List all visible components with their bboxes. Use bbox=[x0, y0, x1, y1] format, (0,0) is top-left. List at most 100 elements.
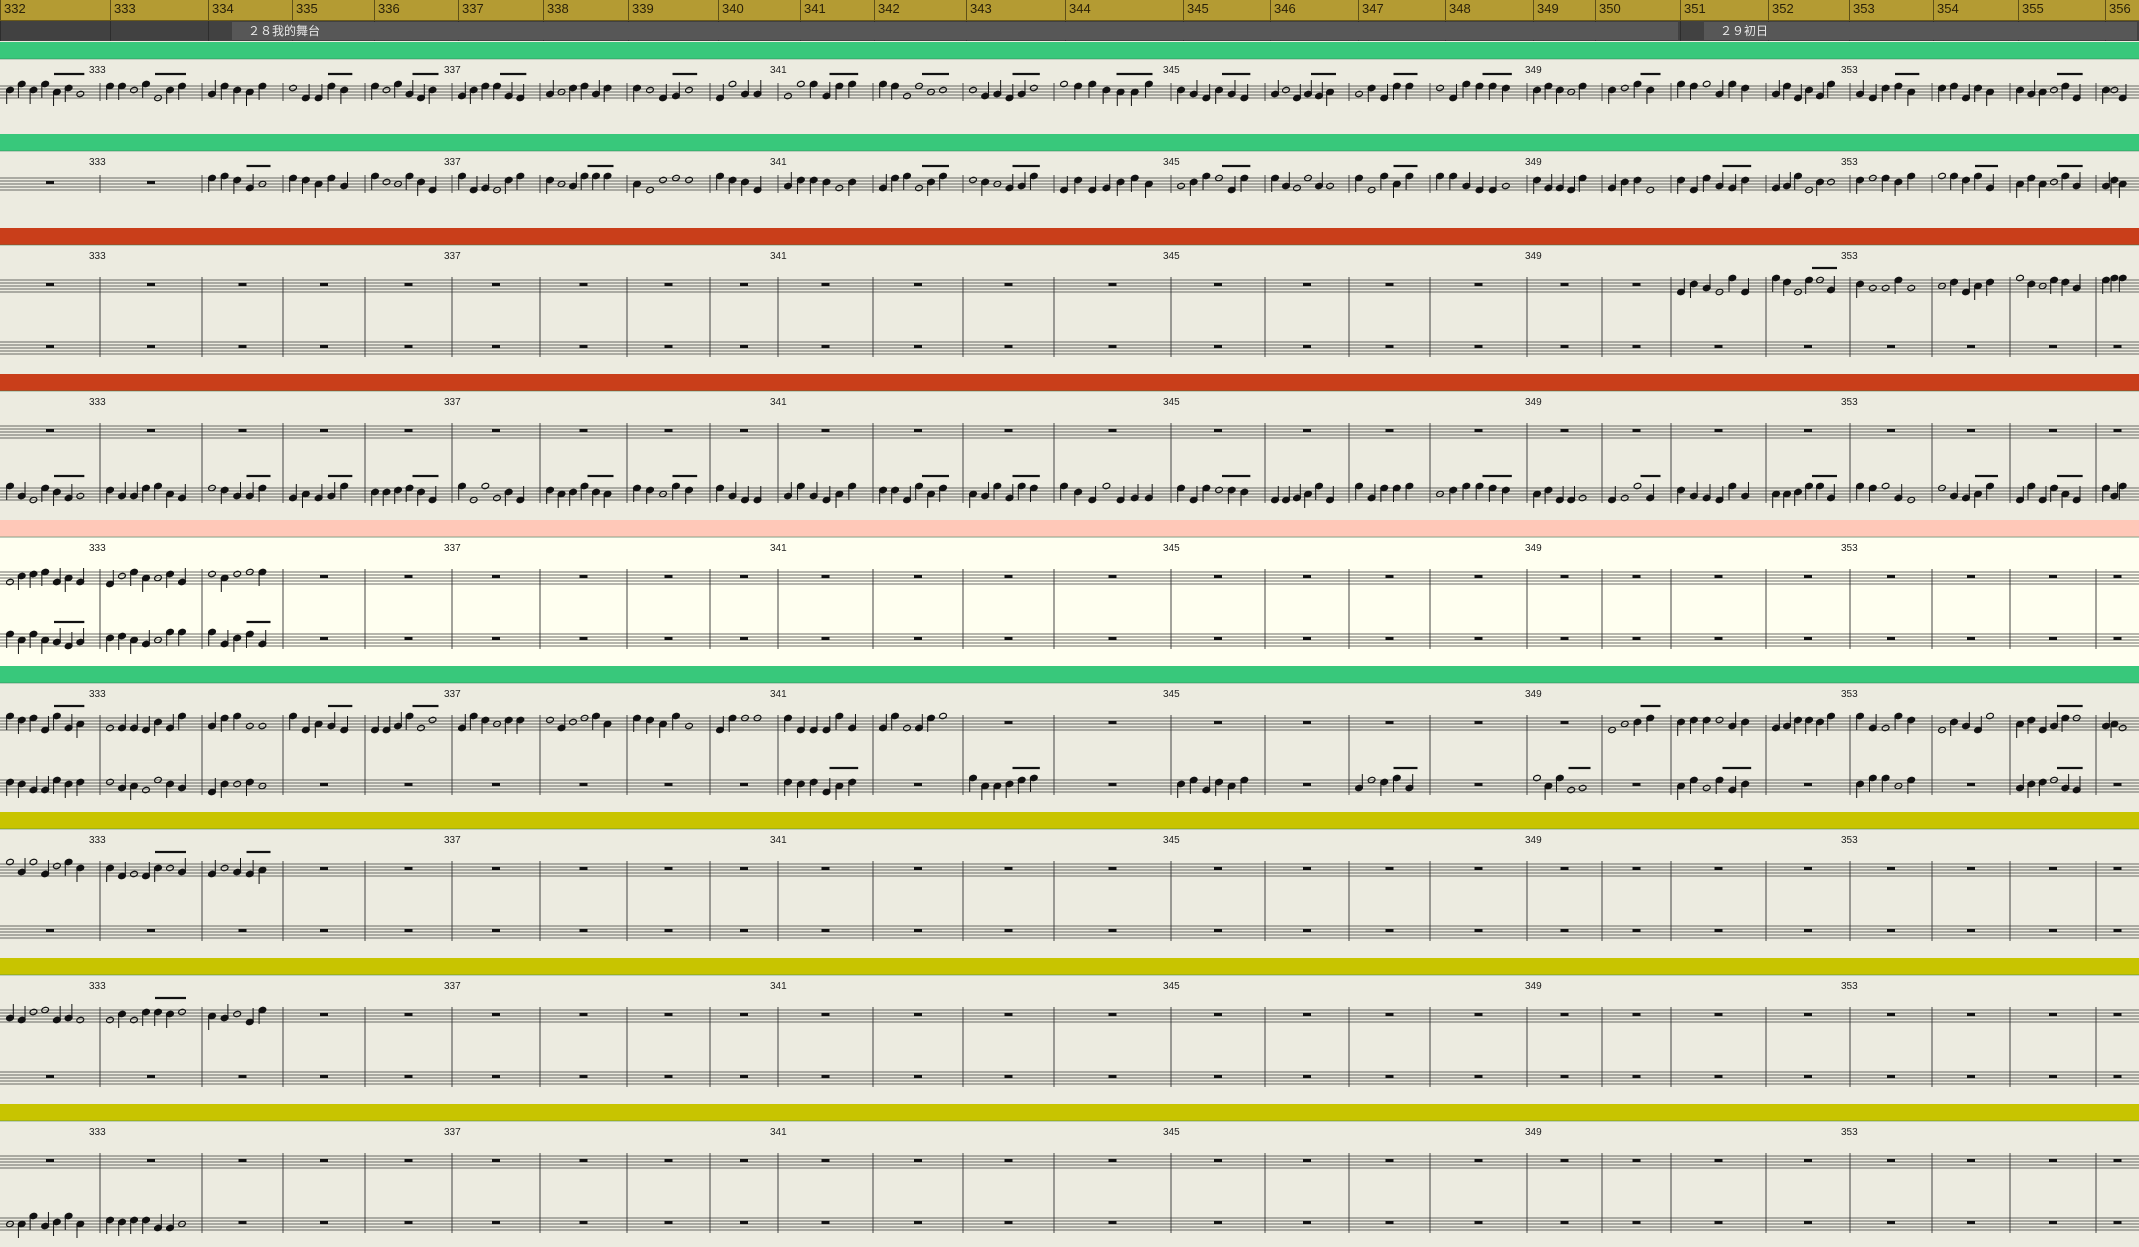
score-view[interactable]: 333 337 341 345 349 353333 337 341 345 349 353333 3… bbox=[0, 0, 2139, 1247]
whole-rest[interactable] bbox=[1214, 575, 1222, 578]
whole-rest[interactable] bbox=[147, 429, 155, 432]
whole-rest[interactable] bbox=[1108, 929, 1117, 932]
whole-rest[interactable] bbox=[1804, 1075, 1812, 1078]
track-header-bar[interactable] bbox=[0, 812, 2139, 829]
whole-rest[interactable] bbox=[1108, 345, 1117, 348]
whole-rest[interactable] bbox=[1004, 637, 1013, 640]
whole-rest[interactable] bbox=[1967, 1159, 1975, 1162]
whole-rest[interactable] bbox=[579, 867, 588, 870]
whole-rest[interactable] bbox=[2049, 867, 2057, 870]
whole-rest[interactable] bbox=[2049, 1221, 2057, 1224]
whole-rest[interactable] bbox=[1214, 1221, 1222, 1224]
whole-rest[interactable] bbox=[1004, 1159, 1013, 1162]
whole-rest[interactable] bbox=[1004, 929, 1013, 932]
whole-rest[interactable] bbox=[46, 429, 54, 432]
whole-rest[interactable] bbox=[1714, 429, 1723, 432]
whole-rest[interactable] bbox=[1632, 283, 1641, 286]
track-5[interactable]: 333 337 341 345 349 353 bbox=[0, 520, 2139, 666]
whole-rest[interactable] bbox=[2113, 1075, 2122, 1078]
whole-rest[interactable] bbox=[1632, 575, 1641, 578]
whole-rest[interactable] bbox=[664, 783, 673, 786]
whole-rest[interactable] bbox=[1967, 345, 1975, 348]
whole-rest[interactable] bbox=[46, 345, 54, 348]
whole-rest[interactable] bbox=[2113, 1013, 2122, 1016]
whole-rest[interactable] bbox=[320, 783, 328, 786]
whole-rest[interactable] bbox=[821, 429, 830, 432]
whole-rest[interactable] bbox=[1632, 1159, 1641, 1162]
whole-rest[interactable] bbox=[1004, 345, 1013, 348]
whole-rest[interactable] bbox=[1385, 1075, 1394, 1078]
whole-rest[interactable] bbox=[1303, 575, 1311, 578]
whole-rest[interactable] bbox=[1632, 783, 1641, 786]
whole-rest[interactable] bbox=[492, 637, 500, 640]
whole-rest[interactable] bbox=[1967, 929, 1975, 932]
whole-rest[interactable] bbox=[2113, 637, 2122, 640]
whole-rest[interactable] bbox=[664, 429, 673, 432]
whole-rest[interactable] bbox=[46, 1159, 54, 1162]
whole-rest[interactable] bbox=[238, 1221, 247, 1224]
whole-rest[interactable] bbox=[1714, 1013, 1723, 1016]
whole-rest[interactable] bbox=[1474, 575, 1483, 578]
whole-rest[interactable] bbox=[664, 1159, 673, 1162]
whole-rest[interactable] bbox=[404, 345, 413, 348]
whole-rest[interactable] bbox=[664, 575, 673, 578]
whole-rest[interactable] bbox=[320, 283, 328, 286]
whole-rest[interactable] bbox=[1967, 1221, 1975, 1224]
whole-rest[interactable] bbox=[1108, 1075, 1117, 1078]
track-1[interactable]: 333 337 341 345 349 353 bbox=[0, 42, 2139, 134]
whole-rest[interactable] bbox=[2113, 929, 2122, 932]
whole-rest[interactable] bbox=[914, 575, 922, 578]
whole-rest[interactable] bbox=[914, 345, 922, 348]
track-staff-area[interactable] bbox=[0, 1122, 2139, 1247]
track-staff-area[interactable] bbox=[0, 976, 2139, 1104]
whole-rest[interactable] bbox=[1474, 783, 1483, 786]
whole-rest[interactable] bbox=[1804, 345, 1812, 348]
whole-rest[interactable] bbox=[404, 429, 413, 432]
whole-rest[interactable] bbox=[238, 283, 247, 286]
whole-rest[interactable] bbox=[579, 345, 588, 348]
track-header-bar[interactable] bbox=[0, 666, 2139, 683]
whole-rest[interactable] bbox=[1474, 1075, 1483, 1078]
whole-rest[interactable] bbox=[1385, 1013, 1394, 1016]
whole-rest[interactable] bbox=[1303, 721, 1311, 724]
whole-rest[interactable] bbox=[1385, 637, 1394, 640]
whole-rest[interactable] bbox=[1632, 345, 1641, 348]
whole-rest[interactable] bbox=[1804, 929, 1812, 932]
whole-rest[interactable] bbox=[492, 1159, 500, 1162]
whole-rest[interactable] bbox=[914, 1075, 922, 1078]
whole-rest[interactable] bbox=[1385, 721, 1394, 724]
track-header-bar[interactable] bbox=[0, 134, 2139, 151]
whole-rest[interactable] bbox=[1385, 283, 1394, 286]
whole-rest[interactable] bbox=[740, 783, 748, 786]
whole-rest[interactable] bbox=[1632, 1075, 1641, 1078]
whole-rest[interactable] bbox=[1474, 637, 1483, 640]
whole-rest[interactable] bbox=[821, 1013, 830, 1016]
whole-rest[interactable] bbox=[821, 1159, 830, 1162]
track-2[interactable]: 333 337 341 345 349 353 bbox=[0, 134, 2139, 228]
whole-rest[interactable] bbox=[1804, 1221, 1812, 1224]
whole-rest[interactable] bbox=[1004, 721, 1013, 724]
whole-rest[interactable] bbox=[1967, 429, 1975, 432]
whole-rest[interactable] bbox=[1887, 929, 1895, 932]
whole-rest[interactable] bbox=[664, 929, 673, 932]
whole-rest[interactable] bbox=[1560, 1159, 1569, 1162]
whole-rest[interactable] bbox=[1303, 867, 1311, 870]
whole-rest[interactable] bbox=[821, 637, 830, 640]
whole-rest[interactable] bbox=[1560, 1221, 1569, 1224]
whole-rest[interactable] bbox=[2049, 1159, 2057, 1162]
whole-rest[interactable] bbox=[1303, 1221, 1311, 1224]
whole-rest[interactable] bbox=[404, 1159, 413, 1162]
whole-rest[interactable] bbox=[1714, 1221, 1723, 1224]
whole-rest[interactable] bbox=[404, 283, 413, 286]
whole-rest[interactable] bbox=[579, 1159, 588, 1162]
whole-rest[interactable] bbox=[579, 575, 588, 578]
whole-rest[interactable] bbox=[320, 867, 328, 870]
whole-rest[interactable] bbox=[2113, 1159, 2122, 1162]
whole-rest[interactable] bbox=[1560, 867, 1569, 870]
whole-rest[interactable] bbox=[1214, 1013, 1222, 1016]
whole-rest[interactable] bbox=[147, 1075, 155, 1078]
whole-rest[interactable] bbox=[492, 283, 500, 286]
whole-rest[interactable] bbox=[821, 345, 830, 348]
whole-rest[interactable] bbox=[1632, 867, 1641, 870]
whole-rest[interactable] bbox=[1474, 929, 1483, 932]
